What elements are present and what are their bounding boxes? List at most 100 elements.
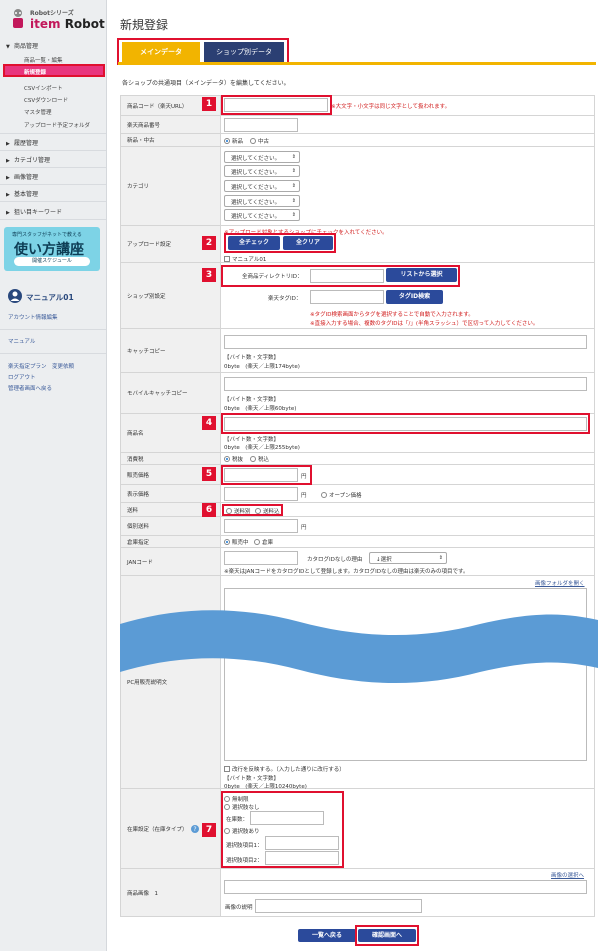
radio-tax-excl[interactable] — [224, 456, 230, 462]
label-catch: キャッチコピー — [127, 348, 166, 355]
user-icon — [8, 289, 22, 303]
jan-input[interactable] — [224, 551, 298, 565]
shop-checkbox[interactable] — [224, 256, 230, 262]
display-price-input[interactable] — [224, 487, 298, 501]
plan-change-link[interactable]: 楽天指定プラン 変更依頼 — [8, 362, 74, 370]
image-desc-input[interactable] — [255, 899, 422, 913]
select-arrows-icon: ⇕ — [291, 198, 296, 204]
rakuten-no-input[interactable] — [224, 118, 298, 132]
tag-id-input[interactable] — [310, 290, 384, 304]
highlight-box — [222, 504, 283, 516]
radio-no-option[interactable] — [224, 804, 230, 810]
no-stock-label: 無制限 — [232, 797, 249, 803]
tutorial-banner[interactable]: 専門スタッフがネットで教える 使い方講座 開催スケジュール — [4, 227, 100, 271]
option2-input[interactable] — [265, 851, 339, 865]
tab-main-data[interactable]: メインデータ — [122, 42, 200, 62]
robot-logo-icon — [13, 9, 23, 28]
label-mobile-catch: モバイルキャッチコピー — [127, 391, 188, 397]
back-to-list-button[interactable]: 一覧へ戻る — [298, 929, 356, 942]
newline-checkbox[interactable] — [224, 766, 230, 772]
select-arrows-icon: ⇕ — [291, 212, 296, 218]
divider — [0, 184, 106, 185]
select-arrows-icon: ⇕ — [291, 154, 296, 160]
product-code-note: ※大文字・小文字は同じ文字として扱われます。 — [331, 104, 451, 110]
nav-category[interactable]: ▶ カテゴリ管理 — [6, 155, 50, 164]
category-select-5[interactable]: 選択してください。 ⇕ — [224, 209, 300, 221]
open-folder-link[interactable]: 画像フォルダを開く — [535, 579, 585, 587]
nav-item-csv-download[interactable]: CSVダウンロード — [24, 96, 68, 104]
divider — [0, 329, 106, 330]
triangle-right-icon: ▶ — [6, 175, 10, 181]
banner-schedule-button[interactable]: 開催スケジュール — [14, 257, 90, 266]
image-select-link[interactable]: 画像の選択へ — [551, 871, 584, 879]
radio-used[interactable] — [250, 138, 256, 144]
label-category: カテゴリ — [127, 184, 150, 190]
label-product-image: 商品画像 1 — [127, 890, 158, 897]
radio-with-option[interactable] — [224, 828, 230, 834]
row-new-used: 新品・中古 — [120, 134, 595, 147]
label-name: 商品名 — [127, 431, 144, 437]
name-limit: 0byte (楽天／上限255byte) — [224, 445, 300, 451]
highlight-box — [224, 233, 336, 253]
highlight-box — [221, 465, 312, 485]
svg-text:?: ? — [193, 826, 196, 833]
category-select-1[interactable]: 選択してください。 ⇕ — [224, 151, 300, 163]
label-new-used: 新品・中古 — [127, 138, 155, 144]
radio-no-stock[interactable] — [224, 796, 230, 802]
option2-label: 選択肢項目2： — [226, 858, 263, 864]
nav-history[interactable]: ▶ 履歴管理 — [6, 138, 38, 147]
label-tax: 消費税 — [127, 456, 144, 463]
account-edit-link[interactable]: アカウント情報編集 — [8, 313, 58, 321]
sidebar: Robotシリーズ item Robot ▼ 商品管理 商品一覧・編集 新規登録 … — [0, 0, 107, 951]
indiv-shipping-input[interactable] — [224, 519, 298, 533]
catch-input[interactable] — [224, 335, 587, 349]
nav-item-upload-folder[interactable]: アップロード予定フォルダ — [24, 121, 90, 129]
tag-search-button[interactable]: タグID検索 — [386, 290, 443, 304]
catch-limit: 0byte (楽天／上限174byte) — [224, 364, 300, 370]
option1-input[interactable] — [265, 836, 339, 850]
label-rakuten-no: 楽天商品番号 — [127, 122, 161, 129]
radio-tax-incl[interactable] — [250, 456, 256, 462]
no-catalog-select[interactable]: ↓選択 ⇕ — [369, 552, 447, 564]
category-select-3[interactable]: 選択してください。 ⇕ — [224, 180, 300, 192]
marker-7: 7 — [202, 823, 216, 837]
tab-shop-data[interactable]: ショップ別データ — [204, 42, 284, 62]
nav-product-mgmt[interactable]: ▼ 商品管理 — [6, 41, 38, 50]
highlight-box — [355, 925, 419, 946]
manual-link[interactable]: マニュアル — [8, 337, 35, 345]
divider — [0, 201, 106, 202]
divider — [0, 167, 106, 168]
nav-item-product-list[interactable]: 商品一覧・編集 — [24, 56, 63, 64]
row-shipping: 送料 — [120, 503, 595, 517]
admin-back-link[interactable]: 管理者画面へ戻る — [8, 384, 52, 392]
logout-link[interactable]: ログアウト — [8, 373, 36, 381]
label-shop-setting: ショップ別設定 — [127, 293, 166, 300]
row-indiv-shipping: 個別送料 — [120, 517, 595, 536]
banner-title: 使い方講座 — [14, 242, 84, 258]
help-icon[interactable]: ? — [191, 825, 199, 833]
nav-item-new-register[interactable]: 新規登録 — [3, 64, 105, 77]
app-logo[interactable]: Robotシリーズ item Robot — [10, 6, 105, 32]
nav-images[interactable]: ▶ 画像管理 — [6, 172, 38, 181]
nav-basic[interactable]: ▶ 基本管理 — [6, 189, 38, 198]
radio-open-price[interactable] — [321, 492, 327, 498]
radio-warehouse[interactable] — [254, 539, 260, 545]
radio-on-sale[interactable] — [224, 539, 230, 545]
select-arrows-icon: ⇕ — [438, 555, 443, 561]
nav-keywords[interactable]: ▶ 狙い目キーワード — [6, 207, 62, 216]
triangle-right-icon: ▶ — [6, 210, 10, 216]
stock-count-input[interactable] — [250, 811, 324, 825]
mobile-catch-input[interactable] — [224, 377, 587, 391]
triangle-right-icon: ▶ — [6, 141, 10, 147]
nav-item-csv-import[interactable]: CSVインポート — [24, 84, 63, 92]
divider — [0, 133, 106, 134]
category-select-4[interactable]: 選択してください。 ⇕ — [224, 195, 300, 207]
stock-count-label: 在庫数： — [226, 817, 249, 823]
nav-item-master[interactable]: マスタ管理 — [24, 108, 52, 116]
radio-new[interactable] — [224, 138, 230, 144]
banner-caption: 専門スタッフがネットで教える — [12, 232, 82, 238]
category-select-2[interactable]: 選択してください。 ⇕ — [224, 165, 300, 177]
name-bytes-label: 【バイト数・文字数】 — [224, 437, 280, 443]
mobile-limit: 0byte (楽天／上限60byte) — [224, 406, 297, 412]
image-url-input[interactable] — [224, 880, 587, 894]
